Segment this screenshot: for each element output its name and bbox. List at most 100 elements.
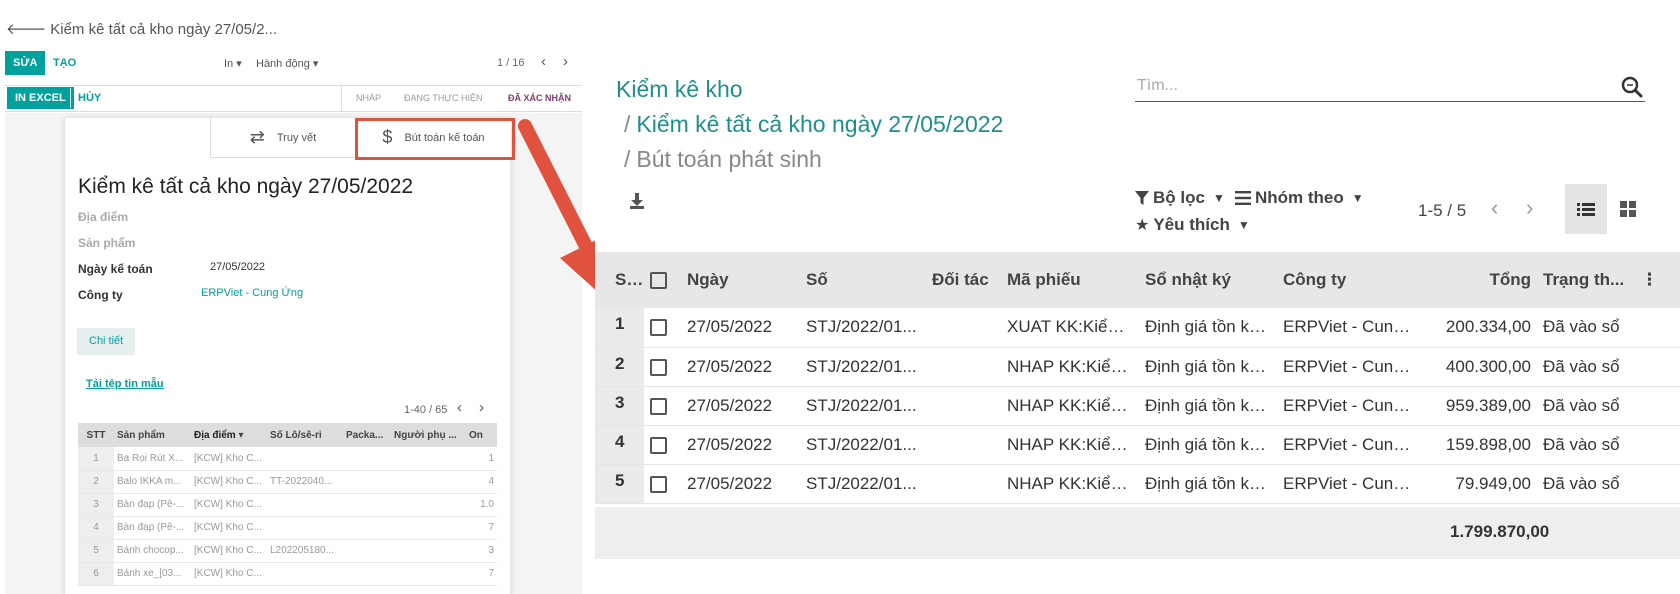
search-icon[interactable] — [1621, 76, 1643, 98]
checkbox-icon — [650, 358, 667, 376]
journal-entries-table: S... Ngày Số Đối tác Mã phiếu Sổ nhật ký… — [595, 252, 1680, 504]
print-dropdown[interactable]: In ▾ — [224, 57, 242, 70]
cell-journal: Định giá tồn kh... — [1139, 425, 1277, 465]
cell: [KCW] Kho C... — [191, 562, 267, 586]
table-row[interactable]: 2 27/05/2022 STJ/2022/01... NHAP KK:Kiểm… — [595, 347, 1680, 387]
breadcrumb-inventory-adjustments[interactable]: Kiểm kê kho — [616, 76, 743, 103]
product-field[interactable]: Sản phẩm — [78, 236, 135, 250]
col-stt[interactable]: STT — [78, 423, 114, 447]
cell — [391, 516, 466, 540]
col-company[interactable]: Công ty — [1277, 252, 1417, 308]
cell-date: 27/05/2022 — [681, 464, 800, 504]
kanban-view-toggle[interactable] — [1607, 184, 1649, 234]
col-location[interactable]: Địa điểm ▾ — [191, 423, 267, 447]
cell: Bánh xe_[03... — [114, 562, 191, 586]
row-number: 2 — [595, 347, 644, 387]
cell — [391, 447, 466, 471]
col-package[interactable]: Packa... — [343, 423, 391, 447]
cell-number: STJ/2022/01... — [800, 464, 926, 504]
col-owner[interactable]: Người phụ ... — [391, 423, 466, 447]
prev-page-icon[interactable]: ‹ — [1491, 195, 1498, 221]
table-row[interactable]: 4 27/05/2022 STJ/2022/01... NHAP KK:Kiểm… — [595, 425, 1680, 465]
table-row[interactable]: 3 Bàn đạp (Pê-... [KCW] Kho C... 1.0 — [78, 493, 497, 517]
cancel-button[interactable]: HỦY — [78, 92, 101, 104]
table-row[interactable]: 2 Balo IKKA m... [KCW] Kho C... TT-2022040.… — [78, 470, 497, 494]
create-button[interactable]: TẠO — [53, 57, 76, 69]
traceability-button[interactable]: ⇄ Truy vết — [210, 118, 355, 158]
col-status[interactable]: Trạng th... — [1537, 252, 1635, 308]
cell: Ba Rọi Rút X... — [114, 447, 191, 471]
action-dropdown[interactable]: Hành động ▾ — [256, 57, 318, 70]
row-checkbox[interactable] — [644, 308, 681, 348]
table-row[interactable]: 3 27/05/2022 STJ/2022/01... NHAP KK:Kiểm… — [595, 386, 1680, 426]
cell — [343, 539, 391, 563]
print-label: In — [224, 58, 234, 70]
back-arrow-icon[interactable]: 🡐 — [6, 21, 46, 38]
row-checkbox[interactable] — [644, 464, 681, 504]
cell-reference: NHAP KK:Kiểm... — [1001, 347, 1139, 387]
next-record-icon[interactable]: › — [563, 53, 568, 70]
col-reference[interactable]: Mã phiếu — [1001, 252, 1139, 308]
filter-dropdown[interactable]: Bộ lọc ▼ — [1135, 188, 1225, 208]
breadcrumb-adjustment-record[interactable]: / Kiểm kê tất cả kho ngày 27/05/2022 — [624, 111, 1003, 138]
col-product[interactable]: Sản phẩm — [114, 423, 191, 447]
table-row[interactable]: 6 Bánh xe_[03... [KCW] Kho C... 7 — [78, 562, 497, 586]
checkbox-icon — [650, 319, 667, 337]
excel-button[interactable]: IN EXCEL — [7, 87, 74, 109]
list-view-toggle[interactable] — [1565, 184, 1607, 234]
cell — [343, 562, 391, 586]
prev-record-icon[interactable]: ‹ — [541, 53, 546, 70]
left-screenshot-panel: 🡐 Kiểm kê tất cả kho ngày 27/05/2... SỬA … — [0, 0, 582, 594]
download-template-link[interactable]: Tải tệp tin mẫu — [86, 378, 164, 390]
cell-company: ERPViet - Cung ... — [1277, 386, 1417, 426]
company-link[interactable]: ERPViet - Cung Ứng — [201, 287, 303, 299]
table-row[interactable]: 1 27/05/2022 STJ/2022/01... XUAT KK:Kiểm… — [595, 308, 1680, 348]
tab-details[interactable]: Chi tiết — [77, 328, 136, 355]
cell-reference: NHAP KK:Kiểm... — [1001, 386, 1139, 426]
row-number: 3 — [595, 386, 644, 426]
cell-empty — [1635, 425, 1680, 465]
col-sequence[interactable]: S... — [595, 252, 644, 308]
status-draft[interactable]: NHÁP — [356, 86, 381, 111]
col-on-hand[interactable]: On — [466, 423, 497, 447]
optional-columns-toggle[interactable]: ⋮ — [1635, 252, 1680, 308]
col-journal[interactable]: Sổ nhật ký — [1139, 252, 1277, 308]
row-checkbox[interactable] — [644, 347, 681, 387]
row-checkbox[interactable] — [644, 386, 681, 426]
caret-down-icon: ▼ — [1237, 218, 1250, 232]
col-total[interactable]: Tổng — [1417, 252, 1537, 308]
edit-button[interactable]: SỬA — [5, 51, 46, 75]
cell-reference: NHAP KK:Kiểm... — [1001, 464, 1139, 504]
cell-journal: Định giá tồn kh... — [1139, 386, 1277, 426]
cell-company: ERPViet - Cung ... — [1277, 347, 1417, 387]
table-row[interactable]: 1 Ba Rọi Rút X... [KCW] Kho C... 1 — [78, 447, 497, 471]
col-lot[interactable]: Số Lô/sê-ri — [267, 423, 343, 447]
next-page-icon[interactable]: › — [479, 399, 484, 416]
table-row[interactable]: 5 Bánh chocop... [KCW] Kho C... L202205180.… — [78, 539, 497, 563]
cell-journal: Định giá tồn kh... — [1139, 347, 1277, 387]
cell-date: 27/05/2022 — [681, 347, 800, 387]
col-number[interactable]: Số — [800, 252, 926, 308]
download-icon[interactable] — [629, 192, 645, 210]
cell-total: 79.949,00 — [1417, 464, 1537, 504]
select-all-checkbox[interactable] — [644, 252, 681, 308]
caret-down-icon: ▼ — [1212, 191, 1225, 205]
table-row[interactable]: 4 Bàn đạp (Pê-... [KCW] Kho C... 7 — [78, 516, 497, 540]
status-in-progress[interactable]: ĐANG THỰC HIỆN — [404, 86, 483, 111]
favorites-dropdown[interactable]: ★ Yêu thích ▼ — [1135, 215, 1250, 235]
search-bar[interactable]: Tìm... — [1135, 72, 1645, 102]
cell-partner — [926, 386, 1001, 426]
group-by-dropdown[interactable]: Nhóm theo ▼ — [1235, 188, 1364, 208]
col-date[interactable]: Ngày — [681, 252, 800, 308]
caret-down-icon: ▾ — [312, 58, 319, 70]
record-pager: 1 / 16 — [497, 57, 525, 69]
row-checkbox[interactable] — [644, 425, 681, 465]
prev-page-icon[interactable]: ‹ — [457, 399, 462, 416]
breadcrumb[interactable]: 🡐 Kiểm kê tất cả kho ngày 27/05/2... — [6, 19, 277, 38]
location-field[interactable]: Địa điểm — [78, 210, 128, 224]
next-page-icon[interactable]: › — [1526, 195, 1533, 221]
table-row[interactable]: 5 27/05/2022 STJ/2022/01... NHAP KK:Kiểm… — [595, 464, 1680, 504]
kanban-grid-icon — [1620, 201, 1636, 217]
col-partner[interactable]: Đối tác — [926, 252, 1001, 308]
status-confirmed[interactable]: ĐÃ XÁC NHẬN — [508, 86, 571, 111]
